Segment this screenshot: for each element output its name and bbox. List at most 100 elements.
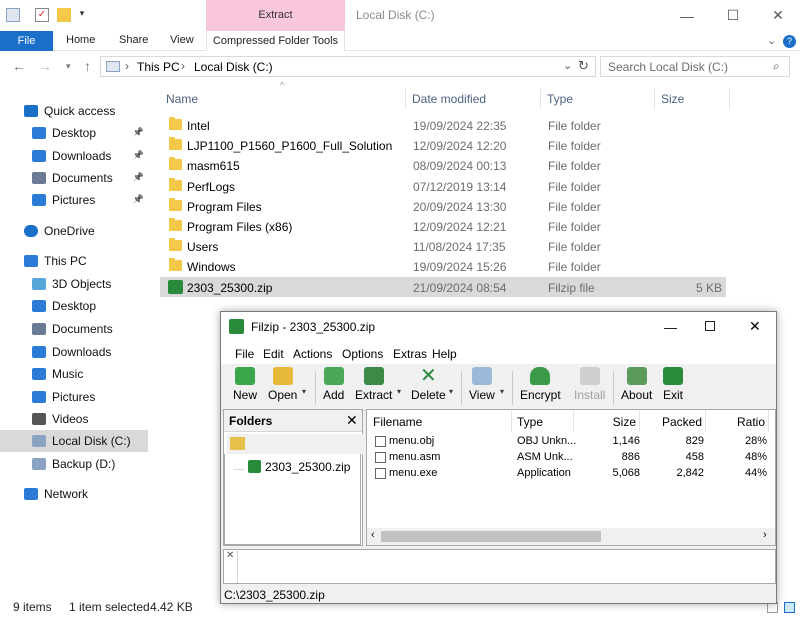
menu-extras[interactable]: Extras <box>393 347 427 361</box>
sidebar-item[interactable]: Downloads <box>0 341 148 363</box>
sidebar-item[interactable]: Network <box>0 483 148 505</box>
folders-close-icon[interactable]: ✕ <box>346 412 358 429</box>
column-filename[interactable]: Filename <box>367 410 512 432</box>
sidebar-item-label: Desktop <box>52 299 97 313</box>
column-type[interactable]: Type <box>512 410 574 432</box>
breadcrumb-local-disk[interactable]: Local Disk (C:) <box>194 60 273 74</box>
sidebar-item-label: Downloads <box>52 149 112 163</box>
file-row[interactable]: PerfLogs 07/12/2019 13:14 File folder <box>160 176 726 196</box>
install-button[interactable]: Install <box>574 367 605 409</box>
sidebar-item[interactable]: Downloads 📌 <box>0 145 148 167</box>
customize-quick-access-icon[interactable]: ▾ <box>75 8 89 22</box>
sidebar-item[interactable]: Music <box>0 363 148 385</box>
open-button[interactable]: Open <box>268 367 297 409</box>
delete-button[interactable]: ✕ Delete <box>411 366 446 409</box>
sidebar-item[interactable]: OneDrive <box>0 220 148 242</box>
sidebar-item[interactable]: Pictures <box>0 386 148 408</box>
properties-icon[interactable]: ✓ <box>35 8 49 22</box>
file-row[interactable]: 2303_25300.zip 21/09/2024 08:54 Filzip fil… <box>160 276 726 297</box>
menu-help[interactable]: Help <box>432 347 457 361</box>
horizontal-scrollbar[interactable]: ‹ › <box>367 528 775 545</box>
sidebar-item[interactable]: Documents <box>0 318 148 340</box>
archive-file-type: Application <box>517 467 571 479</box>
new-button[interactable]: New <box>233 367 257 409</box>
back-arrow-icon[interactable]: ← <box>12 58 26 74</box>
column-size[interactable]: Size <box>574 410 640 432</box>
sidebar-item[interactable]: Desktop <box>0 295 148 317</box>
address-dropdown-icon[interactable]: ⌄ <box>563 59 572 72</box>
maximize-button[interactable]: ☐ <box>710 0 756 31</box>
close-button[interactable]: ✕ <box>755 0 800 31</box>
large-icons-view-icon[interactable] <box>784 602 795 613</box>
encrypt-button[interactable]: Encrypt <box>520 367 561 409</box>
file-row[interactable]: Program Files (x86) 12/09/2024 12:21 File … <box>160 216 726 236</box>
sidebar-item[interactable]: Desktop 📌 <box>0 122 148 144</box>
tab-home[interactable]: Home <box>66 34 95 46</box>
address-bar[interactable]: › This PC › Local Disk (C:) ⌄ ↻ <box>100 56 596 77</box>
recent-locations-icon[interactable]: ▾ <box>66 61 71 72</box>
file-row[interactable]: Windows 19/09/2024 15:26 File folder <box>160 256 726 276</box>
column-type[interactable]: Type <box>541 89 655 109</box>
sidebar-item[interactable]: 3D Objects <box>0 273 148 295</box>
menu-edit[interactable]: Edit <box>263 347 284 361</box>
file-row[interactable]: LJP1100_P1560_P1600_Full_Solution 12/09/2… <box>160 135 726 155</box>
exit-button[interactable]: Exit <box>663 367 683 409</box>
column-name[interactable]: Name <box>160 89 406 109</box>
forward-arrow-icon[interactable]: → <box>38 58 52 74</box>
up-arrow-icon[interactable]: ↑ <box>84 58 91 74</box>
menu-options[interactable]: Options <box>342 347 383 361</box>
file-name: masm615 <box>187 159 240 174</box>
file-row[interactable]: Program Files 20/09/2024 13:30 File folder <box>160 196 726 216</box>
tab-compressed-folder-tools[interactable]: Compressed Folder Tools <box>206 31 345 51</box>
breadcrumb-this-pc[interactable]: This PC <box>137 60 180 74</box>
tab-view[interactable]: View <box>170 34 194 46</box>
file-row[interactable]: Users 11/08/2024 17:35 File folder <box>160 236 726 256</box>
new-folder-icon[interactable] <box>57 8 71 22</box>
sidebar-item[interactable]: Quick access <box>0 100 148 122</box>
scroll-left-icon[interactable]: ‹ <box>371 529 375 541</box>
tree-item-archive[interactable]: 2303_25300.zip <box>265 460 350 474</box>
log-close-icon[interactable]: ✕ <box>226 550 234 561</box>
ribbon-expand-icon[interactable]: ⌄ <box>767 34 776 47</box>
tab-file[interactable]: File <box>0 31 53 51</box>
archive-row[interactable]: menu.obj OBJ Unkn... 1,146 829 28% <box>367 434 775 450</box>
open-dropdown-icon[interactable]: ▾ <box>302 387 306 396</box>
sidebar-item[interactable]: Videos <box>0 408 148 430</box>
column-size[interactable]: Size <box>655 89 730 109</box>
help-icon[interactable]: ? <box>783 35 796 48</box>
sidebar-item[interactable]: This PC <box>0 250 148 272</box>
tab-share[interactable]: Share <box>119 34 148 46</box>
add-button[interactable]: Add <box>323 367 344 409</box>
refresh-icon[interactable]: ↻ <box>578 58 589 74</box>
delete-dropdown-icon[interactable]: ▾ <box>449 387 453 396</box>
view-button[interactable]: View <box>469 367 495 409</box>
extract-button[interactable]: Extract <box>355 367 392 409</box>
menu-actions[interactable]: Actions <box>293 347 332 361</box>
filzip-maximize-button[interactable] <box>705 321 715 331</box>
filzip-status-bar: C:\2303_25300.zip <box>221 585 776 604</box>
view-dropdown-icon[interactable]: ▾ <box>500 387 504 396</box>
sidebar-item[interactable]: Pictures 📌 <box>0 189 148 211</box>
column-ratio[interactable]: Ratio <box>706 410 769 432</box>
search-input[interactable]: Search Local Disk (C:) ⌕ <box>600 56 790 77</box>
about-button[interactable]: About <box>621 367 652 409</box>
context-tab-extract[interactable]: Extract <box>206 0 345 31</box>
archive-file-packed: 829 <box>685 435 704 447</box>
scrollbar-thumb[interactable] <box>381 531 601 542</box>
filzip-minimize-button[interactable]: — <box>664 320 677 335</box>
sidebar-item[interactable]: Documents 📌 <box>0 167 148 189</box>
extract-dropdown-icon[interactable]: ▾ <box>397 387 401 396</box>
folder-up-icon[interactable] <box>230 437 245 450</box>
filzip-close-button[interactable]: ✕ <box>749 318 761 335</box>
archive-row[interactable]: menu.exe Application 5,068 2,842 44% <box>367 466 775 482</box>
scroll-right-icon[interactable]: › <box>763 529 767 541</box>
column-packed[interactable]: Packed <box>640 410 706 432</box>
column-date-modified[interactable]: Date modified <box>406 89 541 109</box>
sidebar-item[interactable]: Backup (D:) <box>0 453 148 475</box>
file-row[interactable]: masm615 08/09/2024 00:13 File folder <box>160 155 726 175</box>
minimize-button[interactable]: — <box>664 0 710 31</box>
archive-row[interactable]: menu.asm ASM Unk... 886 458 48% <box>367 450 775 466</box>
menu-file[interactable]: File <box>235 347 254 361</box>
sidebar-item[interactable]: Local Disk (C:) <box>0 430 148 452</box>
file-row[interactable]: Intel 19/09/2024 22:35 File folder <box>160 115 726 135</box>
